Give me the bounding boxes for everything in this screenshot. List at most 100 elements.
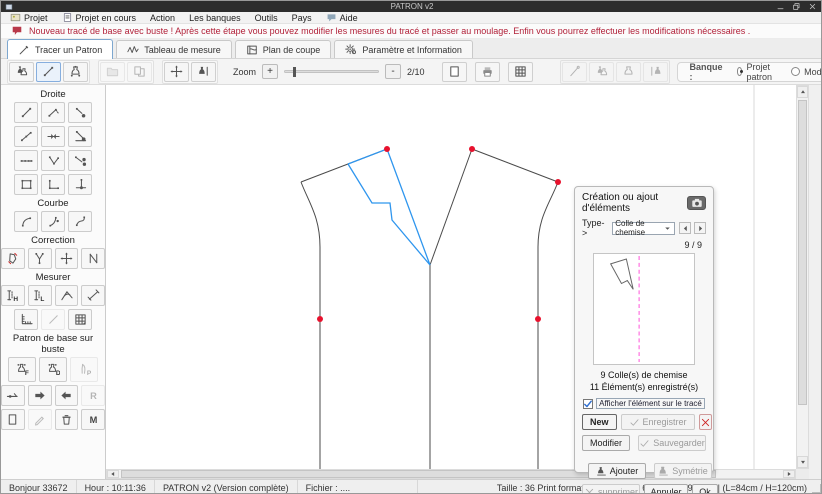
tool-fork[interactable] [41,150,65,171]
menu-action[interactable]: Action [143,12,182,24]
bust-tool[interactable] [616,62,641,82]
tool-letter-m[interactable]: M [81,409,105,430]
next-element-button[interactable] [694,222,706,234]
tool-angle-tool[interactable] [41,174,65,195]
restore-button[interactable] [790,2,803,11]
tool-corner-point[interactable] [68,126,92,147]
pan-tool[interactable] [164,62,189,82]
tool-segment-midpoint[interactable] [14,126,38,147]
scroll-down-button[interactable] [797,456,808,468]
save-button[interactable]: Enregistrer [621,414,695,430]
tool-segment-plain[interactable] [41,309,65,330]
tool-arrow-right[interactable] [28,385,52,406]
menu-aide[interactable]: Aide [319,12,365,24]
tool-bust-back[interactable]: D [39,357,67,382]
line-tool[interactable] [36,62,61,82]
menu-projet-en-cours[interactable]: Projet en cours [55,12,144,24]
vertical-scroll-thumb[interactable] [798,100,807,405]
radio-button[interactable] [791,67,800,76]
needle-tool[interactable] [562,62,587,82]
tool-polyline-dots[interactable] [14,150,38,171]
tab-plan-de-coupe[interactable]: Plan de coupe [235,40,332,58]
element-type-select[interactable]: Colle de chemise [612,222,675,235]
tool-bowtie[interactable] [41,126,65,147]
ok-button[interactable]: Ok [692,484,718,494]
tab-parametre-et-information[interactable]: Paramètre et Information [334,40,473,58]
anchor-point[interactable] [555,179,561,185]
remove-button[interactable]: supprimer [582,484,640,494]
anchor-point[interactable] [469,146,475,152]
tool-bust-front[interactable]: F [8,357,36,382]
vertical-scroll-track[interactable] [797,98,808,456]
zoom-slider[interactable] [284,70,379,73]
close-button[interactable] [806,2,819,11]
bust-points-tool[interactable] [63,62,88,82]
prev-element-button[interactable] [679,222,691,234]
page-view-button[interactable] [442,62,467,82]
tool-segment-angle[interactable] [41,102,65,123]
zoom-out-button[interactable]: - [385,64,401,79]
minimize-button[interactable] [774,2,787,11]
tool-ruler-corner[interactable] [14,309,38,330]
menu-projet[interactable]: Projet [3,12,55,24]
tool-dart[interactable] [1,385,25,406]
tab-tracer-un-patron[interactable]: Tracer un Patron [7,39,113,59]
tool-curve-b[interactable] [41,211,65,232]
grid-button[interactable] [508,62,533,82]
anchor-point[interactable] [384,146,390,152]
tool-parallel-points[interactable] [68,150,92,171]
tool-trash[interactable] [55,409,79,430]
snapshot-button[interactable] [687,196,706,210]
tool-measure-angle[interactable] [55,285,79,306]
tool-straighten[interactable] [81,248,105,269]
busts-tool[interactable] [589,62,614,82]
vertical-scrollbar[interactable] [796,85,809,469]
open-folder-tool[interactable] [100,62,125,82]
bust-measure-tool[interactable] [191,62,216,82]
anchor-point[interactable] [317,316,323,322]
tool-segment-two-points[interactable] [14,102,38,123]
tool-letter-r[interactable]: R [81,385,105,406]
cancel-button[interactable]: Annuler [644,484,688,494]
menu-pays[interactable]: Pays [285,12,319,24]
symmetry-button[interactable]: Symétrie [654,463,712,479]
tool-curve-c[interactable] [68,211,92,232]
bar-bust-tool[interactable] [643,62,668,82]
banque-option-projet-patron[interactable]: Projet patron [737,62,776,82]
tool-perp-foot[interactable] [68,174,92,195]
tool-points-move[interactable] [55,248,79,269]
tool-arrow-left[interactable] [55,385,79,406]
scroll-right-button[interactable] [783,470,795,478]
menu-les-banques[interactable]: Les banques [182,12,248,24]
print-button[interactable] [475,62,500,82]
show-element-checkbox[interactable] [583,399,593,409]
tool-fork-adjust[interactable] [28,248,52,269]
tool-measure-l[interactable]: L [28,285,52,306]
add-button[interactable]: Ajouter [588,463,646,479]
backup-button[interactable]: Sauvegarder [638,435,706,451]
tool-sleeve[interactable]: P [70,357,98,382]
modify-button[interactable]: Modifier [582,435,630,451]
new-button[interactable]: New [582,414,617,430]
delete-x-button[interactable] [699,414,712,430]
bust-pair-tool[interactable] [9,62,34,82]
tool-reshape[interactable] [1,248,25,269]
zoom-in-button[interactable]: + [262,64,278,79]
menu-outils[interactable]: Outils [248,12,285,24]
scroll-left-button[interactable] [107,470,119,478]
bust-document-tool[interactable] [127,62,152,82]
tool-rectangle-tool[interactable] [14,174,38,195]
banque-option-modele[interactable]: Modèle [791,62,822,82]
radio-button[interactable] [737,67,743,76]
tool-pen-tool[interactable] [28,409,52,430]
anchor-point[interactable] [535,316,541,322]
resize-grip[interactable] [812,484,822,494]
tool-page[interactable] [1,409,25,430]
zoom-slider-thumb[interactable] [293,67,296,77]
tool-measure-seg[interactable] [81,285,105,306]
tool-curve-a[interactable] [14,211,38,232]
tab-tableau-de-mesure[interactable]: Tableau de mesure [116,40,232,58]
scroll-up-button[interactable] [797,86,808,98]
tool-segment-drop-point[interactable] [68,102,92,123]
tool-grid-corner[interactable] [68,309,92,330]
